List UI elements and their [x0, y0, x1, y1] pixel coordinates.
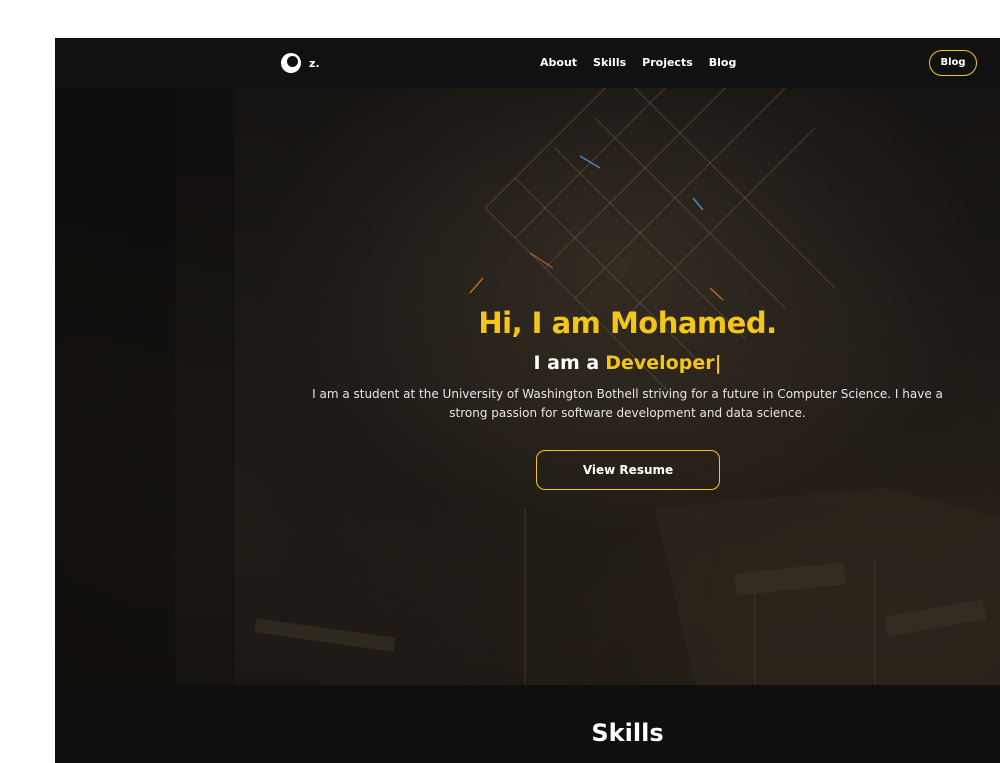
circle-logo-icon — [281, 53, 301, 73]
skills-section: Skills — [55, 685, 1000, 763]
skills-title: Skills — [591, 719, 664, 747]
hero-subtitle: I am a Developer| — [55, 352, 1000, 374]
logo-text: z. — [309, 56, 320, 70]
subtitle-prefix: I am a — [533, 352, 600, 374]
nav-link-blog[interactable]: Blog — [709, 56, 737, 69]
blog-button[interactable]: Blog — [929, 50, 977, 76]
nav-link-projects[interactable]: Projects — [642, 56, 693, 69]
hero-section: Hi, I am Mohamed. I am a Developer| I am … — [55, 88, 1000, 685]
nav-link-about[interactable]: About — [540, 56, 577, 69]
logo[interactable]: z. — [281, 53, 320, 73]
subtitle-role: Developer| — [605, 352, 722, 374]
hero-title: Hi, I am Mohamed. — [478, 306, 777, 340]
page-frame: z. About Skills Projects Blog Blog Hi, I… — [55, 38, 1000, 763]
view-resume-button[interactable]: View Resume — [536, 450, 720, 490]
nav-link-skills[interactable]: Skills — [593, 56, 626, 69]
nav-links: About Skills Projects Blog — [540, 56, 736, 69]
hero-description: I am a student at the University of Wash… — [312, 387, 943, 420]
top-navbar: z. About Skills Projects Blog Blog — [55, 38, 1000, 88]
